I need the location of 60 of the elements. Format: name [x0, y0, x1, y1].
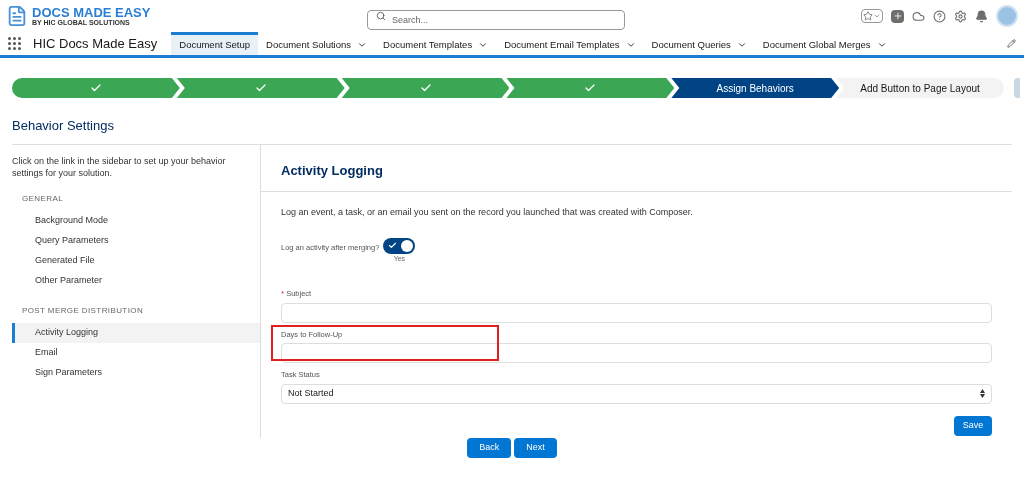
save-button[interactable]: Save	[954, 415, 992, 436]
path-step[interactable]	[12, 78, 180, 98]
path-step[interactable]: Assign Behaviors	[671, 78, 840, 98]
section-heading: GENERAL	[21, 193, 65, 205]
star-icon	[863, 11, 873, 21]
section-heading: POST MERGE DISTRIBUTION	[21, 305, 145, 317]
panel-title: Activity Logging	[281, 163, 383, 178]
plus-icon	[892, 11, 903, 21]
nav-tab[interactable]: Document Templates	[375, 32, 497, 55]
panel-description: Log an event, a task, or an email you sent on the record you launched that was created with Composer.	[281, 206, 694, 219]
document-logo-icon	[6, 5, 28, 27]
path-step[interactable]	[506, 78, 675, 98]
required-mark: *	[281, 288, 285, 300]
sidebar-item[interactable]: Query Parameters	[12, 231, 260, 251]
path-step[interactable]: Add Button to Page Layout	[836, 78, 1004, 98]
nav-tab[interactable]: Document Queries	[643, 32, 755, 55]
search-icon	[376, 11, 386, 21]
up-down-arrows-icon	[980, 389, 985, 398]
sidebar-item[interactable]: Email	[12, 343, 260, 363]
sidebar-intro: Click on the link in the sidebar to set up your behavior settings for your solution.	[12, 155, 227, 179]
app-name: HIC Docs Made Easy	[33, 34, 158, 53]
check-icon	[388, 241, 398, 250]
text-field[interactable]	[281, 303, 992, 323]
chevron-down-icon[interactable]	[876, 40, 887, 50]
edit-icon[interactable]	[1007, 39, 1016, 48]
check-icon	[89, 82, 102, 94]
help-icon[interactable]	[933, 9, 946, 23]
notifications-icon[interactable]	[975, 9, 988, 23]
nav-button[interactable]: Back	[467, 438, 512, 458]
nav-tab[interactable]: Document Global Merges	[754, 32, 895, 55]
settings-icon[interactable]	[954, 9, 967, 23]
check-icon	[419, 82, 432, 94]
check-icon	[254, 82, 267, 94]
page-title: Behavior Settings	[12, 118, 114, 133]
favorites-button[interactable]	[861, 9, 883, 23]
nav-tab[interactable]: Document Solutions	[258, 32, 376, 55]
sidebar-item[interactable]: Other Parameter	[12, 271, 260, 291]
chevron-down-icon[interactable]	[625, 40, 636, 50]
check-icon	[584, 82, 597, 94]
nav-tab[interactable]: Document Setup	[171, 32, 259, 55]
nav-button[interactable]: Next	[514, 438, 557, 458]
chevron-down-icon[interactable]	[357, 40, 368, 50]
chevron-down-icon[interactable]	[478, 40, 489, 50]
sidebar-item[interactable]: Generated File	[12, 251, 260, 271]
chevron-down-icon[interactable]	[736, 40, 747, 50]
sidebar-item[interactable]: Sign Parameters	[12, 363, 260, 383]
logo-title: DOCS MADE EASY	[32, 6, 151, 19]
add-button[interactable]	[891, 9, 904, 23]
cloud-icon[interactable]	[912, 9, 925, 23]
sidebar-item[interactable]: Activity Logging	[12, 323, 260, 343]
select-field[interactable]: Not Started	[281, 383, 992, 404]
toggle-switch[interactable]	[383, 237, 416, 254]
text-field[interactable]	[281, 343, 992, 364]
app-launcher-icon[interactable]	[8, 37, 21, 50]
caret-icon	[873, 12, 881, 20]
search-field[interactable]: Search...	[367, 10, 625, 30]
path-step[interactable]	[341, 78, 510, 98]
path-step[interactable]	[176, 78, 345, 98]
sidebar-item[interactable]: Background Mode	[12, 211, 260, 231]
nav-tab[interactable]: Document Email Templates	[496, 32, 644, 55]
